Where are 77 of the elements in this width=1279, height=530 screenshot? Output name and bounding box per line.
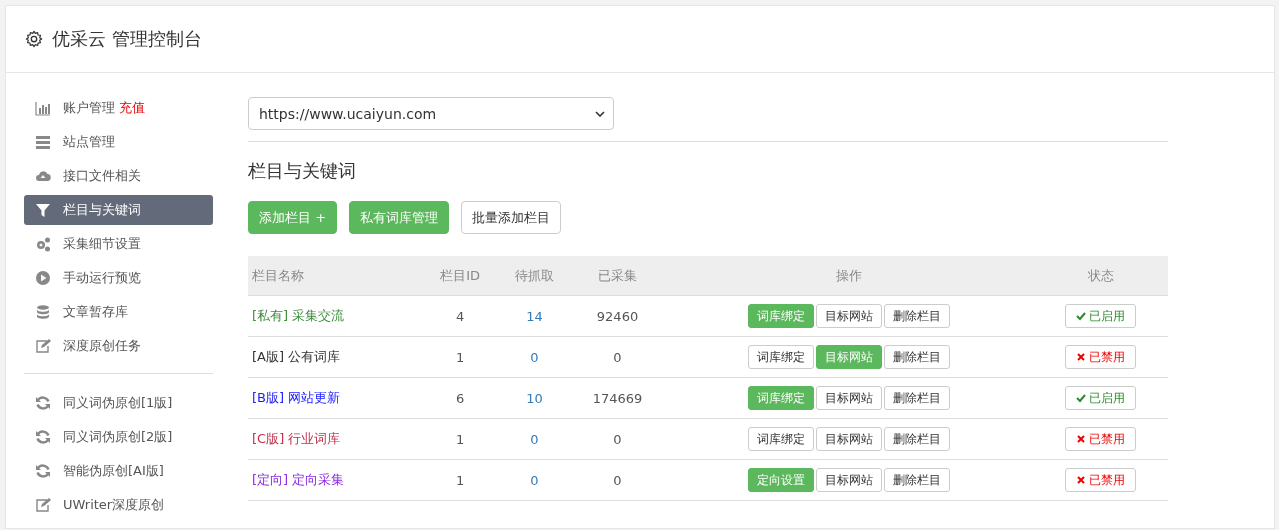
filter-icon — [35, 202, 51, 218]
column-header: 栏目名称 — [248, 256, 423, 296]
sidebar-item[interactable]: 接口文件相关 — [24, 161, 213, 191]
table-cell: 0 — [530, 472, 539, 488]
category-name[interactable]: [私有] 采集交流 — [252, 308, 345, 323]
sidebar-item[interactable]: 栏目与关键词 — [24, 195, 213, 225]
column-header: 栏目ID — [422, 256, 498, 296]
sidebar-item[interactable]: 同义词伪原创[1版] — [24, 388, 213, 418]
recharge-link[interactable]: 充值 — [119, 99, 145, 117]
table-cell: 174669 — [592, 390, 643, 406]
table-cell: 1 — [455, 349, 465, 365]
table-cell: 0 — [530, 349, 539, 365]
status-button[interactable]: 已启用 — [1065, 386, 1137, 410]
sidebar-item[interactable]: UWriter深度原创 — [24, 490, 213, 520]
cross-icon — [1076, 434, 1087, 444]
action-button[interactable]: 词库绑定 — [747, 427, 814, 451]
sidebar-item[interactable]: 文章暂存库 — [24, 297, 213, 327]
refresh-icon — [35, 463, 51, 479]
table-cell: 14 — [526, 308, 543, 324]
check-icon — [1076, 393, 1087, 403]
database-icon — [35, 304, 51, 320]
settings-icon — [25, 30, 43, 48]
sidebar-item[interactable]: 同义词伪原创[2版] — [24, 422, 213, 452]
action-button[interactable]: 删除栏目 — [883, 304, 950, 328]
table-cell: 4 — [455, 308, 465, 324]
action-button[interactable]: 删除栏目 — [883, 386, 950, 410]
column-header: 已采集 — [571, 256, 664, 296]
sidebar-item[interactable]: 站点管理 — [24, 127, 213, 157]
action-button[interactable]: 目标网站 — [815, 427, 882, 451]
edit-icon — [35, 497, 51, 513]
action-button[interactable]: 目标网站 — [815, 468, 882, 492]
category-name[interactable]: [A版] 公有词库 — [252, 349, 341, 364]
column-header: 待抓取 — [497, 256, 572, 296]
toolbar-button[interactable]: 批量添加栏目 — [461, 201, 562, 234]
status-button[interactable]: 已禁用 — [1065, 468, 1137, 492]
column-header: 操作 — [663, 256, 1034, 296]
table-cell: 0 — [530, 431, 539, 447]
chevron-down-icon — [595, 110, 605, 117]
table-cell: 0 — [613, 349, 622, 365]
action-button[interactable]: 目标网站 — [815, 386, 882, 410]
edit-icon — [35, 338, 51, 354]
category-name[interactable]: [C版] 行业词库 — [252, 431, 341, 446]
cloud-upload-icon — [35, 168, 51, 184]
action-button[interactable]: 删除栏目 — [883, 468, 950, 492]
site-select[interactable]: https://www.ucaiyun.com — [248, 97, 614, 130]
action-button[interactable]: 词库绑定 — [747, 345, 814, 369]
bar-chart-icon — [35, 100, 51, 116]
status-button[interactable]: 已启用 — [1065, 304, 1137, 328]
action-button[interactable]: 删除栏目 — [883, 345, 950, 369]
server-icon — [35, 134, 51, 150]
table-cell: 1 — [455, 472, 465, 488]
status-button[interactable]: 已禁用 — [1065, 345, 1137, 369]
refresh-icon — [35, 429, 51, 445]
sidebar-item[interactable]: 深度原创任务 — [24, 331, 213, 361]
console-title: 优采云 管理控制台 — [52, 27, 202, 51]
sidebar-item[interactable]: 智能伪原创[AI版] — [24, 456, 213, 486]
status-button[interactable]: 已禁用 — [1065, 427, 1137, 451]
column-header: 状态 — [1033, 256, 1168, 296]
sidebar-item[interactable]: 账户管理 充值 — [24, 93, 213, 123]
table-cell: 6 — [455, 390, 465, 406]
table-cell: 1 — [455, 431, 465, 447]
cross-icon — [1076, 352, 1087, 362]
check-icon — [1076, 311, 1087, 321]
table-cell: 10 — [526, 390, 543, 406]
sidebar-item[interactable]: 手动运行预览 — [24, 263, 213, 293]
table-cell: 92460 — [596, 308, 639, 324]
table-cell: 0 — [613, 472, 622, 488]
cross-icon — [1076, 475, 1087, 485]
section-heading: 栏目与关键词 — [248, 159, 357, 183]
table-cell: 0 — [613, 431, 622, 447]
play-icon — [35, 270, 51, 286]
refresh-icon — [35, 395, 51, 411]
sidebar-item[interactable]: 采集细节设置 — [24, 229, 213, 259]
action-button[interactable]: 目标网站 — [815, 304, 882, 328]
category-name[interactable]: [B版] 网站更新 — [252, 390, 341, 405]
action-button[interactable]: 删除栏目 — [883, 427, 950, 451]
category-name[interactable]: [定向] 定向采集 — [252, 472, 345, 487]
